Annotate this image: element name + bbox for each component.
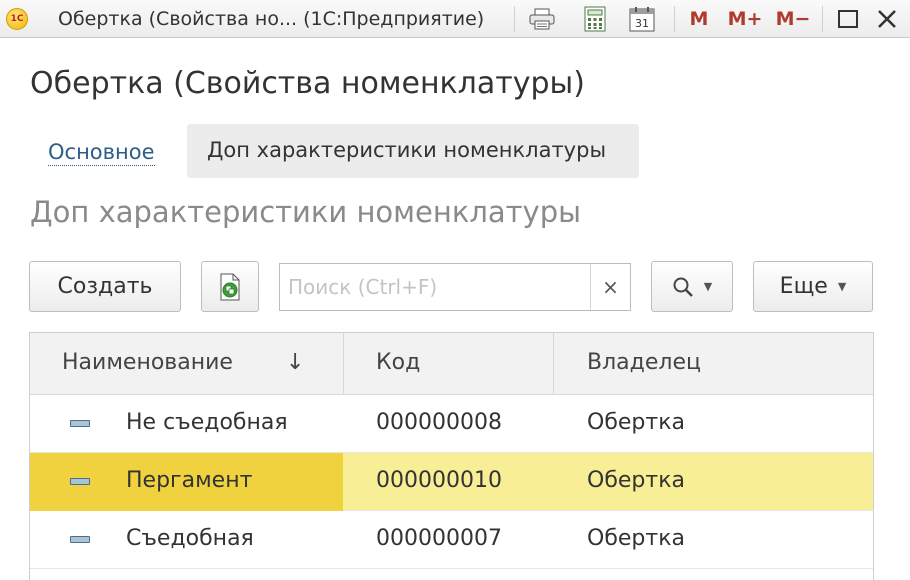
memory-button-m-plus[interactable]: M+ — [726, 5, 764, 33]
chevron-down-icon: ▼ — [837, 280, 847, 293]
sort-arrow-icon[interactable]: ↓ — [286, 333, 304, 395]
calendar-icon[interactable]: 31 — [626, 5, 658, 33]
item-marker-icon — [70, 478, 90, 485]
characteristics-table: Наименование ↓ Код Владелец Не съедобная… — [29, 332, 874, 580]
column-header-code[interactable]: Код — [376, 333, 420, 395]
toolbar-separator — [514, 6, 515, 32]
cell-owner: Обертка — [587, 468, 685, 493]
item-marker-icon — [70, 536, 90, 543]
section-title: Доп характеристики номенклатуры — [30, 195, 582, 229]
search-input[interactable] — [280, 264, 590, 310]
item-marker-icon — [70, 420, 90, 427]
chevron-down-icon: ▼ — [703, 280, 713, 293]
copy-button[interactable] — [201, 261, 259, 312]
table-row[interactable]: Не съедобная 000000008 Обертка — [30, 395, 873, 453]
column-header-name[interactable]: Наименование — [62, 333, 233, 395]
window-titlebar: 1С Обертка (Свойства но... (1С:Предприят… — [0, 0, 910, 38]
more-button[interactable]: Еще ▼ — [753, 261, 873, 312]
tab-basic[interactable]: Основное — [48, 139, 155, 166]
magnifier-icon — [673, 277, 693, 297]
cell-name: Не съедобная — [126, 410, 288, 435]
column-divider[interactable] — [553, 333, 554, 395]
more-button-label: Еще — [779, 274, 828, 299]
search-clear-button[interactable]: × — [590, 264, 630, 310]
maximize-icon[interactable] — [834, 5, 862, 33]
toolbar-separator — [822, 6, 823, 32]
search-box: × — [279, 263, 631, 311]
cell-code: 000000007 — [376, 526, 502, 551]
create-button[interactable]: Создать — [29, 261, 181, 312]
cell-code: 000000008 — [376, 410, 502, 435]
print-icon[interactable] — [524, 5, 560, 33]
cell-name: Съедобная — [126, 526, 254, 551]
app-logo-icon: 1С — [6, 8, 28, 30]
memory-button-m[interactable]: M — [686, 5, 712, 33]
cell-owner: Обертка — [587, 410, 685, 435]
table-row[interactable]: Съедобная 000000007 Обертка — [30, 511, 873, 569]
window-title: Обертка (Свойства но... (1С:Предприятие) — [58, 8, 485, 30]
column-header-owner[interactable]: Владелец — [587, 333, 701, 395]
table-row-selected[interactable]: Пергамент 000000010 Обертка — [30, 453, 873, 511]
cell-name: Пергамент — [126, 468, 253, 493]
calendar-day-text: 31 — [635, 17, 649, 30]
cell-owner: Обертка — [587, 526, 685, 551]
cell-code: 000000010 — [376, 468, 502, 493]
table-header: Наименование ↓ Код Владелец — [30, 333, 873, 395]
memory-button-m-minus[interactable]: M− — [774, 5, 812, 33]
copy-document-icon — [220, 273, 240, 300]
form-title: Обертка (Свойства номенклатуры) — [30, 66, 585, 101]
search-options-button[interactable]: ▼ — [651, 261, 733, 312]
calculator-icon[interactable] — [580, 5, 610, 33]
close-icon[interactable] — [872, 5, 902, 33]
toolbar-separator — [674, 6, 675, 32]
tab-extra-characteristics[interactable]: Доп характеристики номенклатуры — [187, 124, 639, 178]
column-divider[interactable] — [343, 333, 344, 395]
